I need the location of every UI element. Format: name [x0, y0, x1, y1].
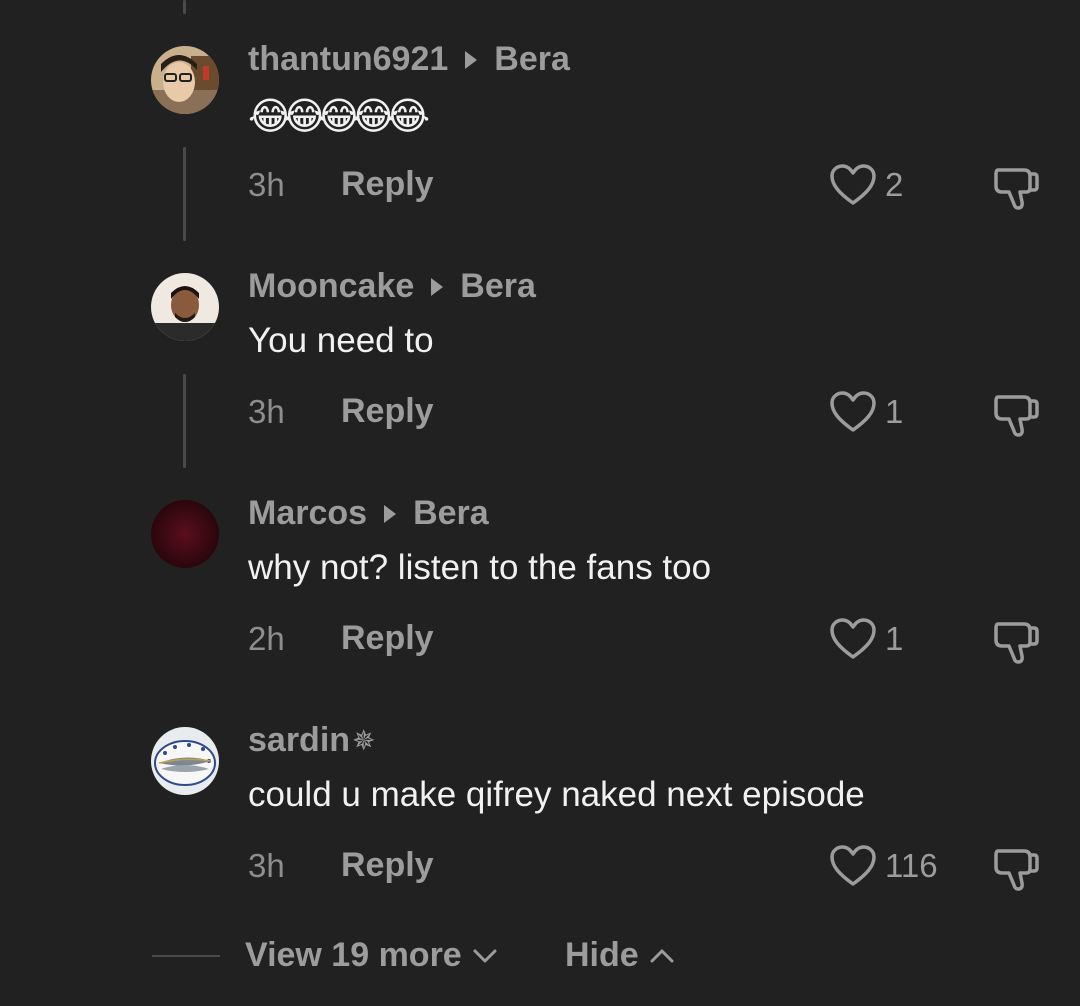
view-more-button[interactable]: View 19 more — [245, 936, 498, 975]
comment-thread: thantun6921 Bera 😂😂😂😂😂 3h Reply 2 Moonca… — [0, 0, 1080, 1006]
dislike-button[interactable] — [990, 387, 1042, 439]
avatar[interactable] — [151, 273, 219, 341]
reply-button[interactable]: Reply — [341, 846, 434, 885]
like-button[interactable]: 1 — [829, 390, 903, 434]
comment-text: 😂😂😂😂😂 — [248, 96, 430, 138]
hide-label: Hide — [565, 936, 639, 974]
author-badge: ✵ — [352, 725, 376, 756]
author-name[interactable]: sardin — [248, 721, 350, 760]
like-count: 116 — [885, 847, 938, 884]
heart-outline-icon — [830, 391, 876, 432]
author-name[interactable]: Marcos — [248, 494, 367, 533]
avatar-image — [151, 273, 219, 341]
comment-text: You need to — [248, 321, 434, 360]
thumbs-down-outline-icon — [994, 849, 1039, 891]
thumbs-down-outline-icon — [994, 395, 1039, 437]
dislike-button[interactable] — [990, 614, 1042, 666]
thumbs-down-outline-icon — [994, 168, 1039, 210]
like-count: 1 — [885, 620, 904, 657]
like-button[interactable]: 2 — [829, 163, 903, 207]
reply-to-name[interactable]: Bera — [460, 267, 536, 306]
avatar[interactable] — [151, 727, 219, 795]
reply-button[interactable]: Reply — [341, 392, 434, 431]
triangle-right-icon — [465, 50, 478, 69]
like-button[interactable]: 116 — [829, 844, 938, 888]
chevron-down-icon — [473, 949, 497, 962]
comment-time: 2h — [248, 620, 285, 657]
thread-line — [183, 0, 186, 14]
hide-button[interactable]: Hide — [565, 936, 675, 975]
view-more-label: View 19 more — [245, 936, 462, 974]
author-row: thantun6921 Bera — [248, 40, 570, 79]
reply-to-name[interactable]: Bera — [413, 494, 489, 533]
footer-divider — [152, 955, 220, 957]
reply-to-name[interactable]: Bera — [494, 40, 570, 79]
avatar-image — [151, 46, 219, 114]
heart-outline-icon — [830, 845, 876, 886]
heart-outline-icon — [830, 164, 876, 205]
reply-button[interactable]: Reply — [341, 619, 434, 658]
comment-time: 3h — [248, 847, 285, 884]
thread-line — [183, 374, 186, 468]
thread-line — [183, 147, 186, 241]
avatar-image — [151, 727, 219, 795]
heart-outline-icon — [830, 618, 876, 659]
chevron-up-icon — [650, 949, 674, 962]
comment-text: why not? listen to the fans too — [248, 548, 712, 587]
thumbs-down-outline-icon — [994, 622, 1039, 664]
author-name[interactable]: thantun6921 — [248, 40, 448, 79]
reply-button[interactable]: Reply — [341, 165, 434, 204]
author-row: Mooncake Bera — [248, 267, 536, 306]
like-count: 2 — [885, 166, 904, 203]
triangle-right-icon — [384, 504, 397, 523]
comment-time: 3h — [248, 393, 285, 430]
thread-footer: View 19 more Hide — [0, 930, 1080, 986]
avatar[interactable] — [151, 500, 219, 568]
avatar[interactable] — [151, 46, 219, 114]
author-row: Marcos Bera — [248, 494, 489, 533]
triangle-right-icon — [431, 277, 444, 296]
comment-text: could u make qifrey naked next episode — [248, 775, 865, 814]
author-name[interactable]: Mooncake — [248, 267, 414, 306]
avatar-image — [151, 500, 219, 568]
like-count: 1 — [885, 393, 904, 430]
dislike-button[interactable] — [990, 160, 1042, 212]
comment-time: 3h — [248, 166, 285, 203]
dislike-button[interactable] — [990, 841, 1042, 893]
like-button[interactable]: 1 — [829, 617, 903, 661]
author-row: sardin ✵ — [248, 721, 376, 760]
